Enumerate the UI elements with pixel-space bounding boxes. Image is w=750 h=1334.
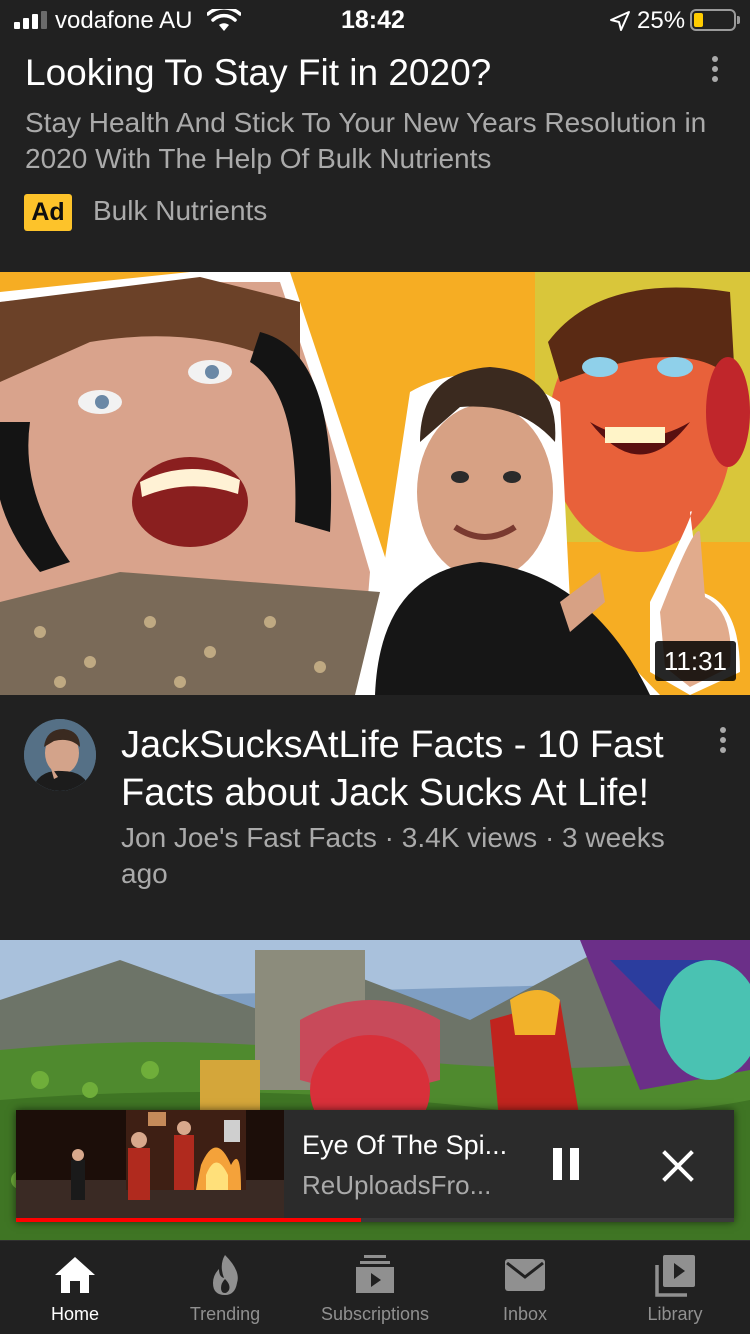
pause-button[interactable]	[546, 1144, 586, 1184]
battery-icon	[690, 9, 740, 31]
nav-label: Inbox	[502, 1304, 548, 1324]
video-info[interactable]: JackSucksAtLife Facts - 10 Fast Facts ab…	[0, 695, 750, 940]
miniplayer-progress-fill	[16, 1218, 361, 1222]
more-options-icon[interactable]	[710, 725, 736, 755]
status-bar: vodafone AU 18:42 25%	[0, 0, 750, 40]
subscriptions-icon	[356, 1255, 394, 1293]
nav-label: Library	[647, 1304, 703, 1324]
ad-badge: Ad	[24, 194, 72, 231]
flame-icon	[213, 1255, 238, 1295]
nav-inbox[interactable]: Inbox	[450, 1241, 600, 1334]
miniplayer[interactable]: Eye Of The Spi... ReUploadsFro...	[16, 1110, 734, 1222]
battery-percentage: 25%	[637, 7, 686, 34]
bottom-navigation: Home Trending Subscriptions Inbox Librar…	[0, 1240, 750, 1334]
video-title[interactable]: JackSucksAtLife Facts - 10 Fast Facts ab…	[121, 721, 701, 817]
miniplayer-title[interactable]: Eye Of The Spi...	[302, 1130, 507, 1161]
video-thumbnail[interactable]: 11:31	[0, 272, 750, 695]
nav-library[interactable]: Library	[600, 1241, 750, 1334]
nav-label: Home	[50, 1304, 99, 1324]
ad-description: Stay Health And Stick To Your New Years …	[25, 107, 707, 174]
location-arrow-icon	[610, 11, 630, 31]
video-metadata: Jon Joe's Fast Facts · 3.4K views · 3 we…	[121, 822, 665, 889]
mail-icon	[505, 1259, 545, 1291]
nav-trending[interactable]: Trending	[150, 1241, 300, 1334]
home-icon	[55, 1257, 95, 1293]
miniplayer-thumbnail[interactable]	[16, 1110, 284, 1218]
ad-card[interactable]: Looking To Stay Fit in 2020? Stay Health…	[0, 40, 750, 272]
close-button[interactable]	[656, 1144, 700, 1188]
channel-avatar[interactable]	[24, 719, 96, 791]
signal-icon	[14, 11, 48, 29]
carrier-name: vodafone AU	[55, 7, 193, 34]
nav-subscriptions[interactable]: Subscriptions	[300, 1241, 450, 1334]
nav-label: Subscriptions	[320, 1304, 430, 1324]
nav-label: Trending	[189, 1304, 261, 1324]
clock: 18:42	[341, 6, 405, 34]
miniplayer-channel: ReUploadsFro...	[302, 1170, 492, 1200]
nav-home[interactable]: Home	[0, 1241, 150, 1334]
ad-title[interactable]: Looking To Stay Fit in 2020?	[25, 52, 491, 94]
video-duration: 11:31	[654, 641, 736, 681]
wifi-icon	[207, 9, 241, 31]
library-icon	[655, 1255, 695, 1297]
more-options-icon[interactable]	[702, 54, 728, 84]
miniplayer-progress	[16, 1218, 734, 1222]
thumbnail-image	[0, 272, 750, 695]
ad-advertiser[interactable]: Bulk Nutrients	[93, 195, 267, 227]
